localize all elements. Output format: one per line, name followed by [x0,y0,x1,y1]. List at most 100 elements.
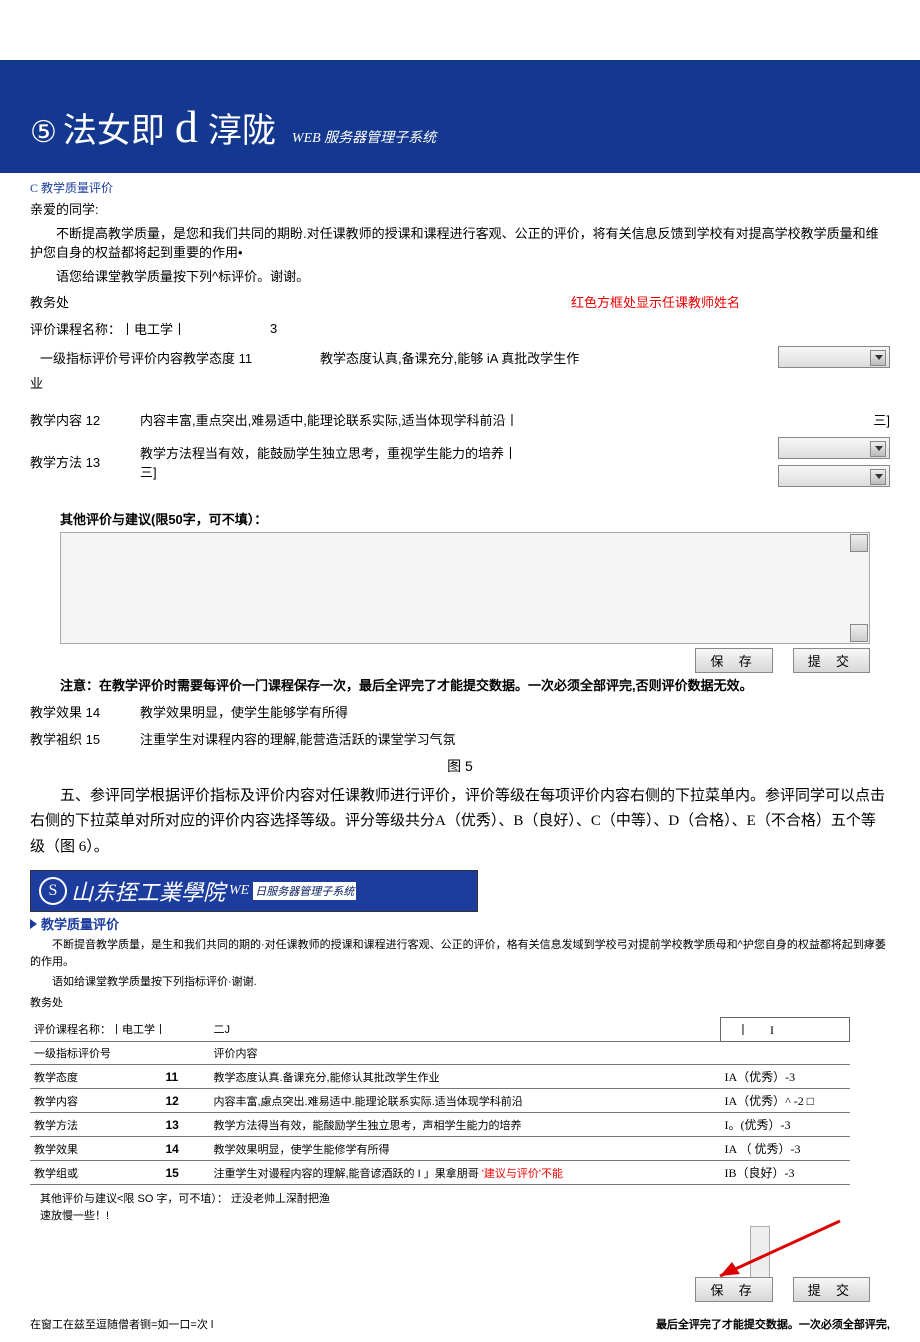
row-label: 教学效果 [30,1137,162,1161]
banner-subtitle: WEB 服务器管理子系统 [292,127,436,147]
other-eval-label: 其他评价与建议(限50字，可不填）： [0,491,920,532]
scroll-up-icon[interactable] [850,534,868,552]
row13-tail: 三] [140,465,157,480]
row12-tail: 三] [810,410,890,429]
greeting-p2: 语您给课堂教学质量按下列^标评价。谢谢。 [0,265,920,289]
row15-content: 注重学生对课程内容的理解,能营造活跃的课堂学习气氛 [140,729,890,748]
footer-line: 在窗工在兹至逗随僧者铡=如一口=次 l 最后全评完了才能提交数据。一次必须全部评… [0,1306,920,1342]
button-bar-1: 保 存 提 交 [60,648,870,673]
row13-label: 教学方法 13 [30,452,120,471]
banner-text-1: 法女即 [63,103,165,152]
banner-d: d [175,100,198,153]
row-score[interactable]: IA（优秀）-3 [721,1065,850,1089]
office-label: 教务处 [30,292,69,311]
table-row: 教学组或 15 注重学生对谩程内容的理解,能音谚酒跃的 I 」果拿朋哥 '建议与… [30,1161,850,1185]
row-score[interactable]: IA（优秀）^ -2 □ [721,1089,850,1113]
table-head-col1: 一级指标评价号 [30,1042,210,1065]
figure-5-caption: 图 5 [0,752,920,780]
table-row: 教学内容 12 内容丰富,慮点突出.难易适中.能理论联系实际.适当体现学科前沿 … [30,1089,850,1113]
row-num: 14 [162,1137,210,1161]
row14-content: 教学效果明显，使学生能够学有所得 [140,702,890,721]
table-row: 教学态度 11 教学态度认真.备课充分,能修认其批改学生作业 IA（优秀）-3 [30,1065,850,1089]
section-title-2: 教学质量评价 [41,914,119,933]
save-button[interactable]: 保 存 [695,648,772,673]
table-course-label: 评价课程名称：丨电工学丨 [30,1018,210,1042]
table-head-col2: 评价内容 [210,1042,721,1065]
banner2-text: 山东挃工業學院 [71,875,225,907]
chevron-down-icon [875,446,883,451]
greeting-head: 亲爱的同学: [0,198,920,222]
row-num: 11 [162,1065,210,1089]
table-row: 教学效果 14 教学效果明显，使学生能修学有所得 IA （ 优秀）-3 [30,1137,850,1161]
section-heading-1: C 教学质量评价 [0,173,920,198]
banner-2: S 山东挃工業學院 WE 日服务器管理子系统 [30,870,478,912]
other2-label: 其他评价与建议<限 SO 字，可不埴）： [40,1193,228,1205]
red-teacher-note: 红色方框处显示任课教师姓名 [571,292,740,311]
other-eval-textarea[interactable] [60,532,870,644]
table-course-row: 评价课程名称：丨电工学丨 二J 丨 I [30,1018,850,1042]
course-extra: 3 [270,321,277,336]
row-content: 教学态度认真.备课充分,能修认其批改学生作业 [210,1065,721,1089]
row13-dropdown-2[interactable] [778,465,890,487]
row-score[interactable]: IB（良好）-3 [721,1161,850,1185]
eval-table: 评价课程名称：丨电工学丨 二J 丨 I 一级指标评价号 评价内容 教学态度 11… [30,1017,850,1185]
row11-tail: 业 [0,372,920,396]
paragraph-5: 五、参评同学根据评价指标及评价内容对任课教师进行评价，评价等级在每项评价内容右侧… [0,780,920,865]
red-overlay-text: '建议与评价'不能 [482,1168,563,1180]
row-content: 教学效果明显，使学生能修学有所得 [210,1137,721,1161]
greeting2-p2-text: 语如给课堂教学质量按下列指标评价·谢谢. [30,974,890,991]
row12-content: 内容丰富,重点突出,难易适中,能理论联系实际,适当体现学科前沿丨 [140,410,790,429]
banner2-tail: 日服务器管理子系统 [253,882,356,900]
row-label: 教学方法 [30,1113,162,1137]
greeting2-p1: 不断提音教学质量，是生和我们共同的期的·对任课教师的授课和课程进行客观、公正的评… [0,935,920,972]
banner-text-2: 淳陇 [208,103,276,152]
note-line: 注意：在教学评价时需要每评价一门课程保存一次，最后全评完了才能提交数据。一次必须… [0,675,920,698]
office-2: 教务处 [0,993,920,1014]
footer-right: 最后全评完了才能提交数据。一次必须全部评完, [656,1316,890,1332]
row-label: 教学内容 [30,1089,162,1113]
table-course-score-blank: 丨 I [721,1018,850,1042]
row13-content-text: 教学方法程当有效，能鼓励学生独立思考，重视学生能力的培养丨 [140,446,517,461]
eval-header-row: 一级指标评价号评价内容教学态度 11 [30,348,300,367]
row-num: 12 [162,1089,210,1113]
row-num: 13 [162,1113,210,1137]
greeting2-p1-text: 不断提音教学质量，是生和我们共同的期的·对任课教师的授课和课程进行客观、公正的评… [30,937,890,970]
course-name-label: 评价课程名称：丨电工学丨 [30,319,250,338]
triangle-icon [30,919,37,929]
row-label: 教学组或 [30,1161,162,1185]
greeting-p1-text: 不断提高教学质量，是您和我们共同的期盼.对任课教师的授课和课程进行客观、公正的评… [30,224,890,263]
row-score[interactable]: IA （ 优秀）-3 [721,1137,850,1161]
row13-content: 教学方法程当有效，能鼓励学生独立思考，重视学生能力的培养丨 三] [140,443,758,481]
table-head-row: 一级指标评价号 评价内容 [30,1042,850,1065]
table-row: 教学方法 13 教学方法得当有效，能酸励学生独立思考，声相学生能力的培养 I。(… [30,1113,850,1137]
row11-content: 教学态度认真,备课充分,能够 iA 真批改学生作 [320,348,758,367]
section-title-1: 教学质量评价 [41,181,113,195]
submit-button-2[interactable]: 提 交 [793,1277,870,1302]
banner2-we: WE [229,883,249,899]
circled-5-icon: ⑤ [30,115,57,150]
row-num: 15 [162,1161,210,1185]
greeting-p2-text: 语您给课堂教学质量按下列^标评价。谢谢。 [30,267,890,287]
scroll-down-icon[interactable] [850,624,868,642]
row14-label: 教学效果 14 [30,702,120,721]
row11-dropdown[interactable] [778,346,890,368]
submit-button[interactable]: 提 交 [793,648,870,673]
row-content: 教学方法得当有效，能酸励学生独立思考，声相学生能力的培养 [210,1113,721,1137]
paragraph-5-text: 五、参评同学根据评价指标及评价内容对任课教师进行评价，评价等级在每项评价内容右侧… [30,784,890,861]
row12-label: 教学内容 12 [30,410,120,429]
other2-block: 其他评价与建议<限 SO 字，可不埴）： 迂没老帅丄深酎把渔速放慢一些！! [0,1189,370,1226]
table-course-extra: 二J [210,1018,721,1042]
row-content: 内容丰富,慮点突出.难易适中.能理论联系实际.适当体现学科前沿 [210,1089,721,1113]
row-content: 注重学生对谩程内容的理解,能音谚酒跃的 I 」果拿朋哥 '建议与评价'不能 [210,1161,721,1185]
c-mark: C [30,181,41,195]
row-label: 教学态度 [30,1065,162,1089]
banner-1: ⑤ 法女即 d 淳陇 WEB 服务器管理子系统 [0,60,920,173]
footer-left: 在窗工在兹至逗随僧者铡=如一口=次 l [30,1316,213,1332]
circle-s-icon: S [39,877,67,905]
row13-dropdown-1[interactable] [778,437,890,459]
chevron-down-icon [875,474,883,479]
row-score[interactable]: I。(优秀）-3 [721,1113,850,1137]
row15-content-text: 注重学生对谩程内容的理解,能音谚酒跃的 I 」果拿朋哥 [214,1168,479,1180]
chevron-down-icon [875,355,883,360]
save-button-2[interactable]: 保 存 [695,1277,772,1302]
